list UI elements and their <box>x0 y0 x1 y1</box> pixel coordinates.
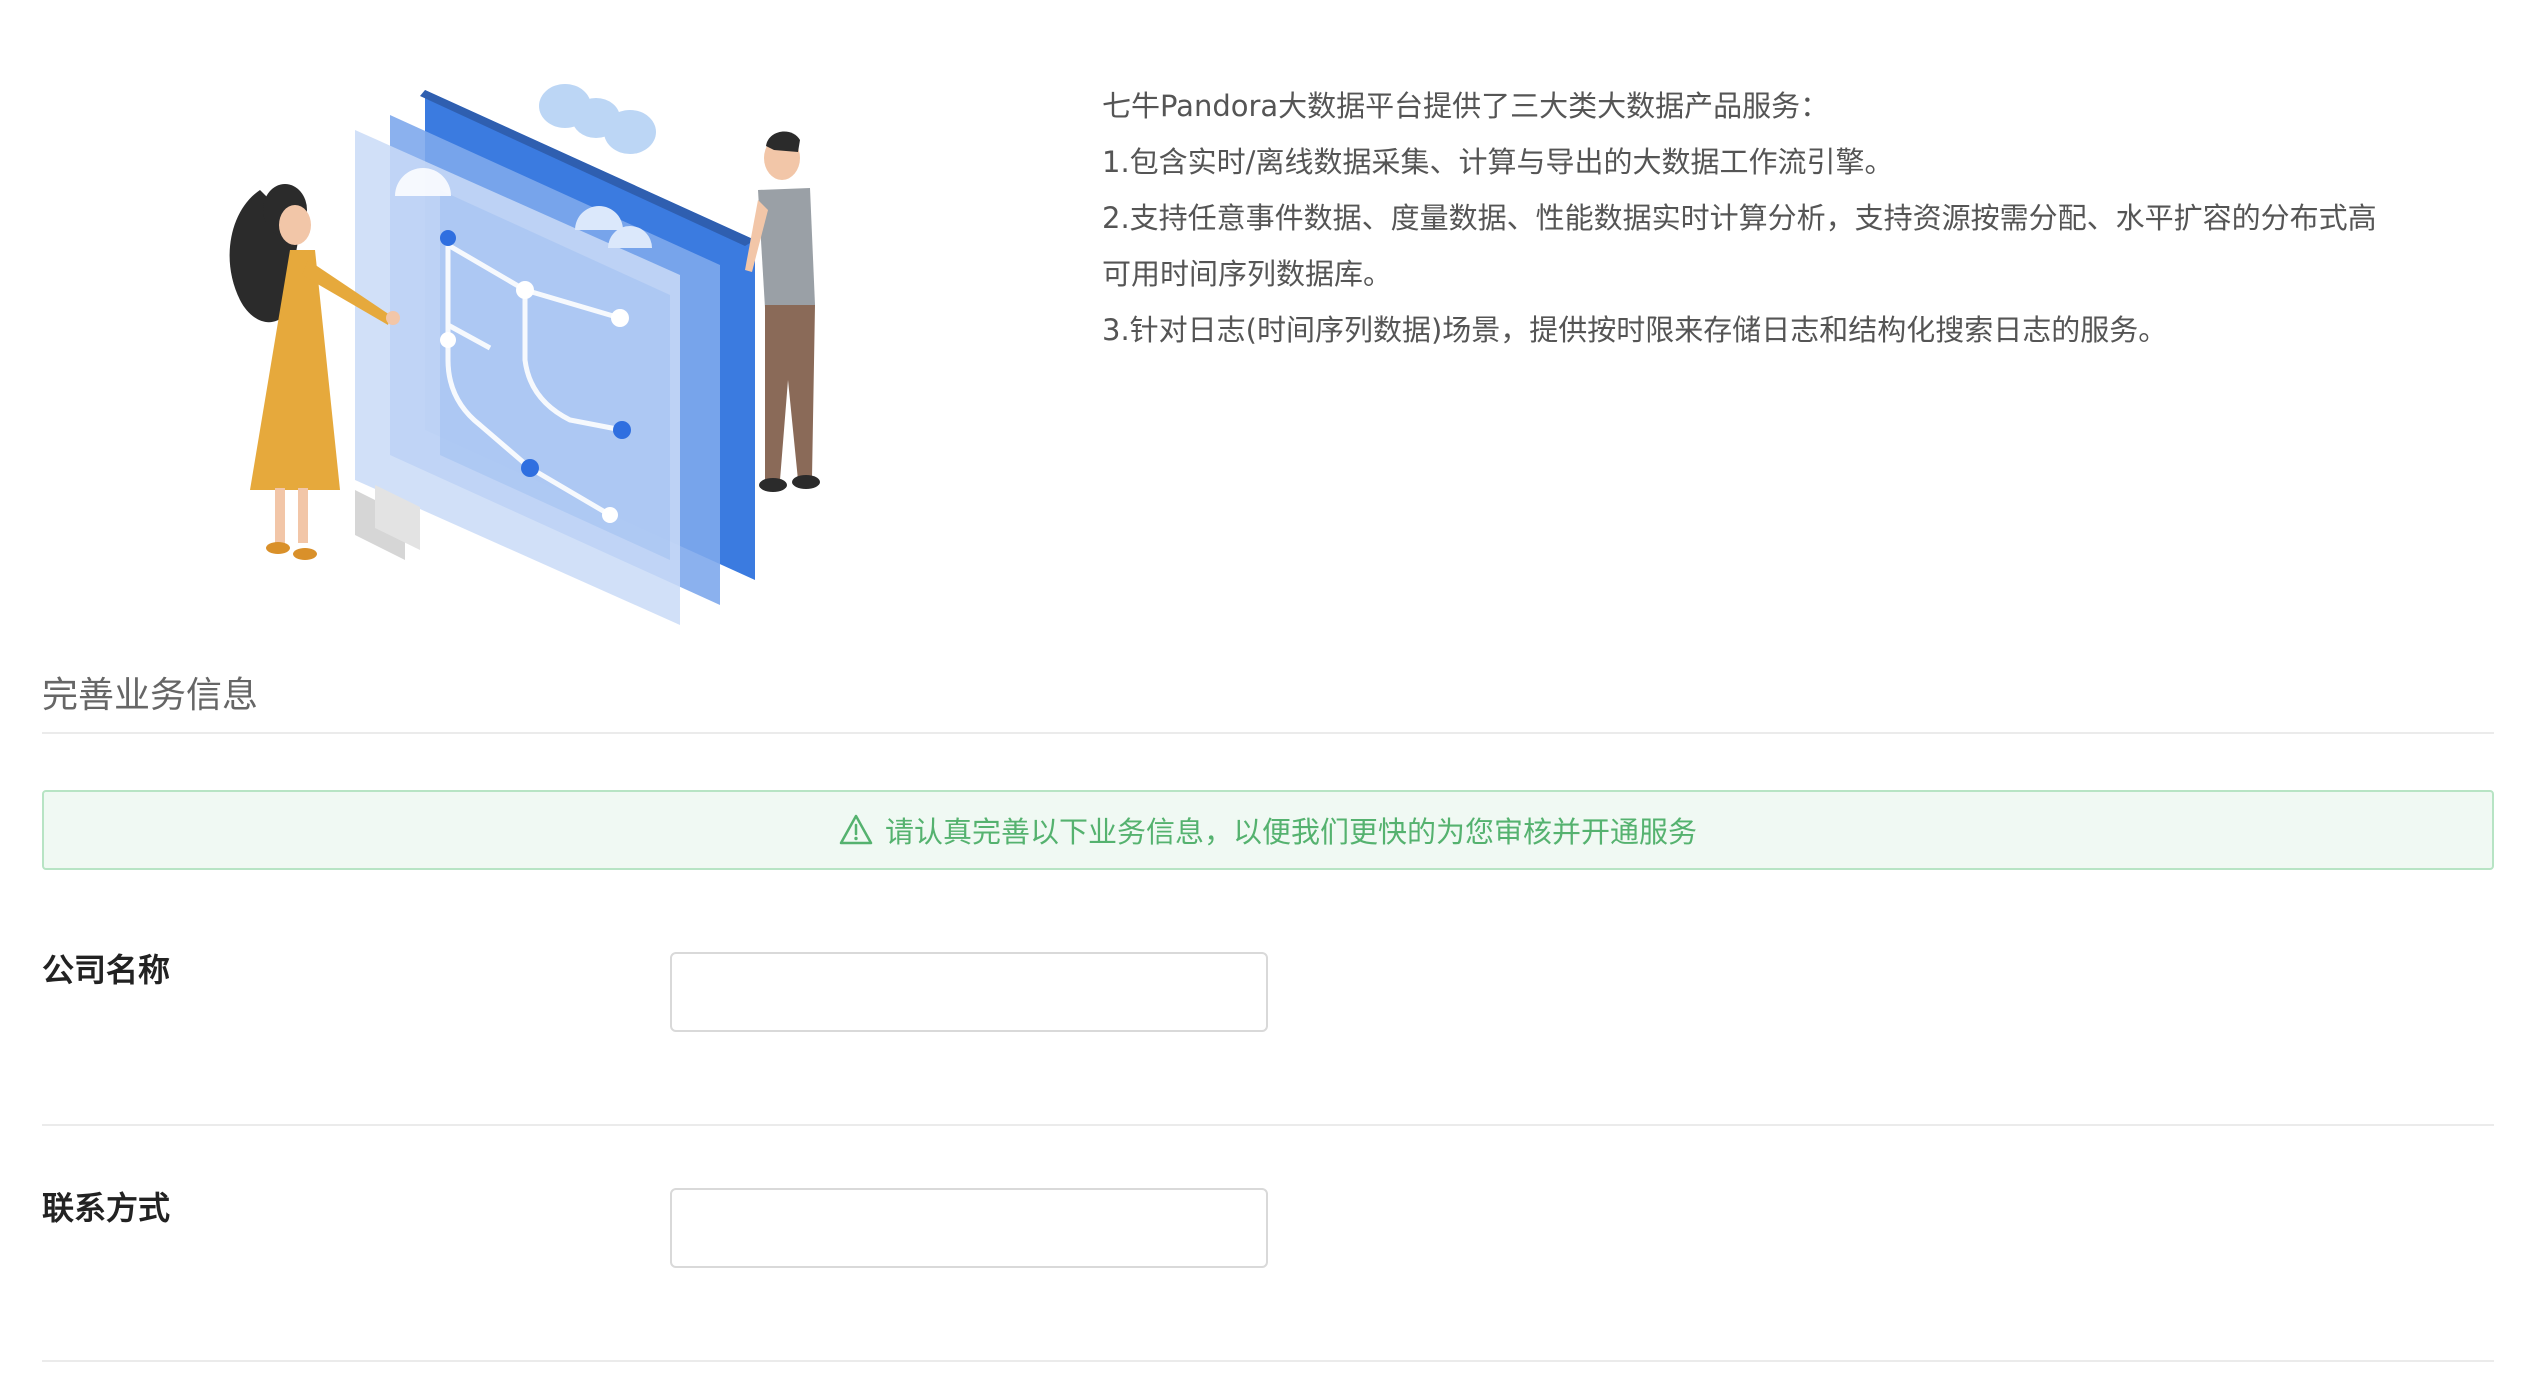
notice-banner: 请认真完善以下业务信息，以便我们更快的为您审核并开通服务 <box>42 790 2494 870</box>
business-info-page: 七牛Pandora大数据平台提供了三大类大数据产品服务： 1.包含实时/离线数据… <box>0 0 2528 1388</box>
contact-label: 联系方式 <box>42 1189 171 1227</box>
field-divider <box>42 1360 2494 1362</box>
company-name-label: 公司名称 <box>42 951 171 989</box>
man-figure <box>745 131 820 492</box>
hero-illustration <box>229 84 820 625</box>
intro-line: 可用时间序列数据库。 <box>1102 257 1393 291</box>
intro-line: 七牛Pandora大数据平台提供了三大类大数据产品服务： <box>1102 89 1830 123</box>
intro-line: 2.支持任意事件数据、度量数据、性能数据实时计算分析，支持资源按需分配、水平扩容… <box>1102 201 2377 235</box>
field-divider <box>42 1124 2494 1126</box>
warning-icon <box>839 814 873 845</box>
notice-text: 请认真完善以下业务信息，以便我们更快的为您审核并开通服务 <box>884 815 1697 849</box>
contact-input[interactable] <box>670 1188 1268 1268</box>
intro-line: 3.针对日志(时间序列数据)场景，提供按时限来存储日志和结构化搜索日志的服务。 <box>1102 313 2168 347</box>
company-name-input[interactable] <box>670 952 1268 1032</box>
intro-line: 1.包含实时/离线数据采集、计算与导出的大数据工作流引擎。 <box>1102 145 1894 179</box>
cloud-decoration <box>539 84 656 154</box>
section-divider <box>42 732 2494 734</box>
section-title: 完善业务信息 <box>42 675 259 716</box>
platform-intro: 七牛Pandora大数据平台提供了三大类大数据产品服务： 1.包含实时/离线数据… <box>1102 78 2392 358</box>
